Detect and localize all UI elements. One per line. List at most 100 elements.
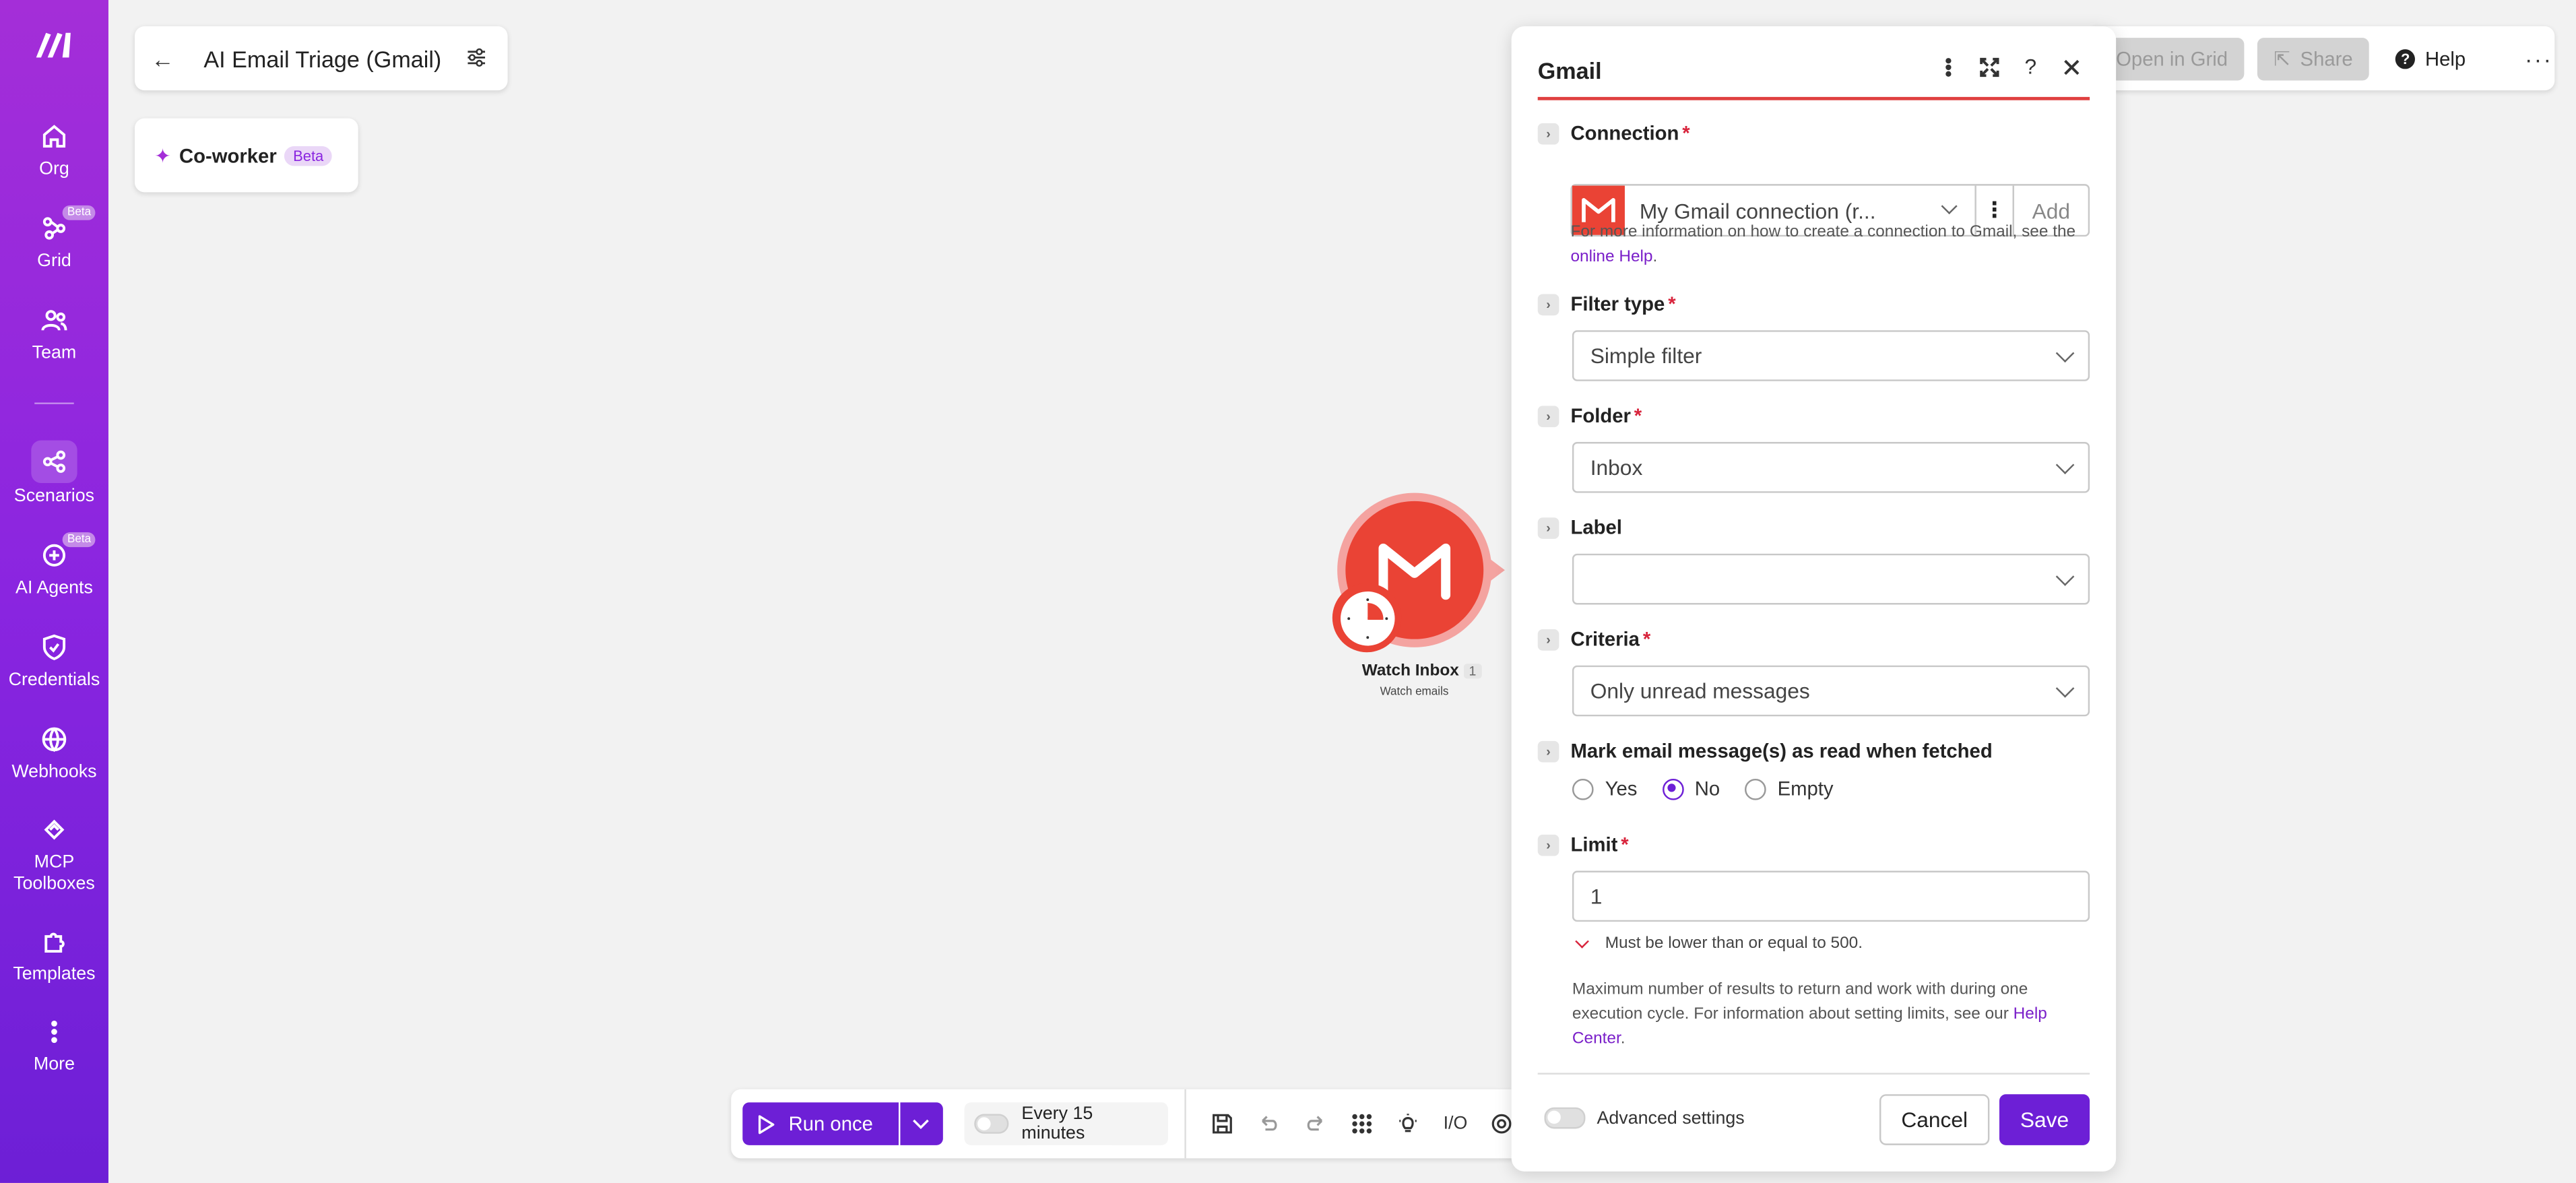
sidebar-item-grid[interactable]: Beta Grid [0, 205, 108, 271]
radio-empty[interactable]: Empty [1744, 777, 1834, 800]
save-button[interactable]: Save [1999, 1094, 2090, 1145]
run-options-chevron-down-icon[interactable] [899, 1102, 942, 1145]
radio-button[interactable] [1572, 777, 1594, 800]
chevron-right-icon[interactable]: › [1537, 122, 1559, 144]
required-asterisk: * [1634, 404, 1642, 428]
radio-yes[interactable]: Yes [1572, 777, 1638, 800]
sidebar-item-mcp-toolboxes[interactable]: MCP Toolboxes [0, 815, 108, 896]
sidebar-item-label: Webhooks [11, 762, 97, 782]
sidebar-item-more[interactable]: More [0, 1017, 108, 1075]
radio-no[interactable]: No [1662, 777, 1720, 800]
sidebar-item-team[interactable]: Team [0, 306, 108, 363]
scenarios-icon [31, 440, 77, 484]
module-title: Watch Inbox 1 [1362, 662, 1481, 680]
cancel-button[interactable]: Cancel [1879, 1094, 1990, 1145]
globe-icon [40, 725, 69, 755]
module-connector[interactable] [1485, 555, 1505, 585]
expand-icon[interactable] [1972, 53, 2008, 79]
criteria-select[interactable]: Only unread messages [1572, 665, 2090, 717]
sidebar-item-templates[interactable]: Templates [0, 926, 108, 984]
sidebar-item-webhooks[interactable]: Webhooks [0, 725, 108, 782]
chevron-right-icon[interactable]: › [1537, 833, 1559, 856]
limit-input[interactable]: 1 [1572, 870, 2090, 922]
grid-dots-icon[interactable] [1349, 1111, 1375, 1137]
panel-footer-divider [1537, 1073, 2090, 1075]
open-in-grid-label: Open in Grid [2116, 46, 2228, 70]
filter-type-label-text: Filter type [1570, 292, 1665, 316]
module-node-watch-inbox[interactable]: Watch Inbox 1 Watch emails [1332, 492, 1505, 707]
beta-badge: Beta [62, 532, 96, 548]
sidebar-item-scenarios[interactable]: Scenarios [0, 440, 108, 507]
required-asterisk: * [1682, 121, 1690, 145]
scenario-title[interactable]: AI Email Triage (Gmail) [203, 45, 465, 71]
mark-read-radio-group: Yes No Empty [1572, 777, 1858, 800]
radio-button[interactable] [1744, 777, 1766, 800]
mark-read-label: › Mark email message(s) as read when fet… [1537, 739, 1993, 763]
label-select[interactable] [1572, 553, 2090, 605]
schedule-switch[interactable] [973, 1114, 1008, 1134]
chevron-right-icon[interactable]: › [1537, 516, 1559, 538]
clock-icon[interactable] [1332, 583, 1402, 653]
sidebar-item-label: Scenarios [13, 486, 95, 507]
open-in-grid-button[interactable]: Open in Grid [2099, 36, 2245, 80]
sidebar-item-org[interactable]: Org [0, 121, 108, 179]
limit-help-suffix: . [1620, 1030, 1625, 1048]
coworker-button[interactable]: ✦ Co-worker Beta [134, 118, 358, 193]
settings-sliders-icon[interactable] [465, 45, 491, 71]
label-field-label-text: Label [1570, 515, 1622, 539]
clock-face [1339, 590, 1394, 645]
share-button[interactable]: ⇱ Share [2257, 36, 2370, 80]
connection-value-text: My Gmail connection (r... [1639, 197, 1876, 223]
sidebar-item-label: Templates [13, 964, 96, 984]
more-horizontal-icon[interactable]: ··· [2525, 45, 2552, 71]
help-question-icon[interactable]: ? [2013, 53, 2049, 79]
chevron-down-icon [1575, 934, 1589, 949]
radio-label: No [1694, 777, 1720, 800]
chevron-right-icon[interactable]: › [1537, 293, 1559, 315]
save-icon[interactable] [1210, 1111, 1235, 1137]
sidebar-item-label-line1: MCP [34, 852, 75, 872]
filter-type-select[interactable]: Simple filter [1572, 330, 2090, 381]
lightbulb-icon[interactable] [1396, 1111, 1421, 1137]
make-logo[interactable] [33, 28, 75, 61]
chevron-right-icon[interactable]: › [1537, 740, 1559, 762]
panel-header: Gmail ? [1537, 53, 2090, 100]
radio-label: Yes [1605, 777, 1638, 800]
sidebar-item-ai-agents[interactable]: Beta AI Agents [0, 532, 108, 598]
top-actions-bar: Open in Grid ⇱ Share ? Help ··· [2086, 26, 2555, 91]
close-icon[interactable] [2053, 53, 2090, 79]
sidebar-item-label: Credentials [8, 670, 100, 691]
chevron-down-icon [2055, 679, 2075, 698]
label-field-label: › Label [1537, 515, 1622, 539]
schedule-toggle[interactable]: Every 15 minutes [963, 1102, 1169, 1145]
redo-icon[interactable] [1303, 1111, 1328, 1137]
radio-button[interactable] [1662, 777, 1683, 800]
chevron-right-icon[interactable]: › [1537, 628, 1559, 650]
online-help-link[interactable]: online Help [1570, 248, 1652, 266]
criteria-label-text: Criteria [1570, 627, 1640, 651]
io-icon[interactable]: I/O [1443, 1111, 1469, 1137]
advanced-settings-toggle[interactable]: Advanced settings [1544, 1107, 1745, 1129]
connection-help-suffix: . [1652, 248, 1658, 267]
chevron-right-icon[interactable]: › [1537, 405, 1559, 426]
help-button[interactable]: ? Help [2395, 47, 2466, 70]
run-once-button[interactable]: Run once [742, 1102, 899, 1145]
share-icon: ⇱ [2274, 46, 2290, 70]
coworker-label: Co-worker [179, 143, 277, 167]
sidebar-item-credentials[interactable]: Credentials [0, 633, 108, 690]
more-vertical-icon[interactable] [1931, 53, 1967, 79]
panel-title: Gmail [1537, 57, 1602, 84]
undo-icon[interactable] [1256, 1111, 1282, 1137]
advanced-settings-switch[interactable] [1544, 1107, 1586, 1129]
limit-warning: Must be lower than or equal to 500. [1574, 934, 1863, 953]
folder-label: › Folder * [1537, 404, 1642, 428]
mcp-icon [40, 815, 69, 845]
criteria-label: › Criteria * [1537, 627, 1650, 651]
radio-label: Empty [1777, 777, 1834, 800]
folder-select[interactable]: Inbox [1572, 442, 2090, 493]
chevron-down-icon [1941, 197, 1958, 215]
scenario-header: ← AI Email Triage (Gmail) [134, 26, 508, 91]
back-arrow-icon[interactable]: ← [151, 45, 184, 71]
connection-help-text: For more information on how to create a … [1570, 220, 2080, 269]
team-icon [40, 306, 69, 335]
